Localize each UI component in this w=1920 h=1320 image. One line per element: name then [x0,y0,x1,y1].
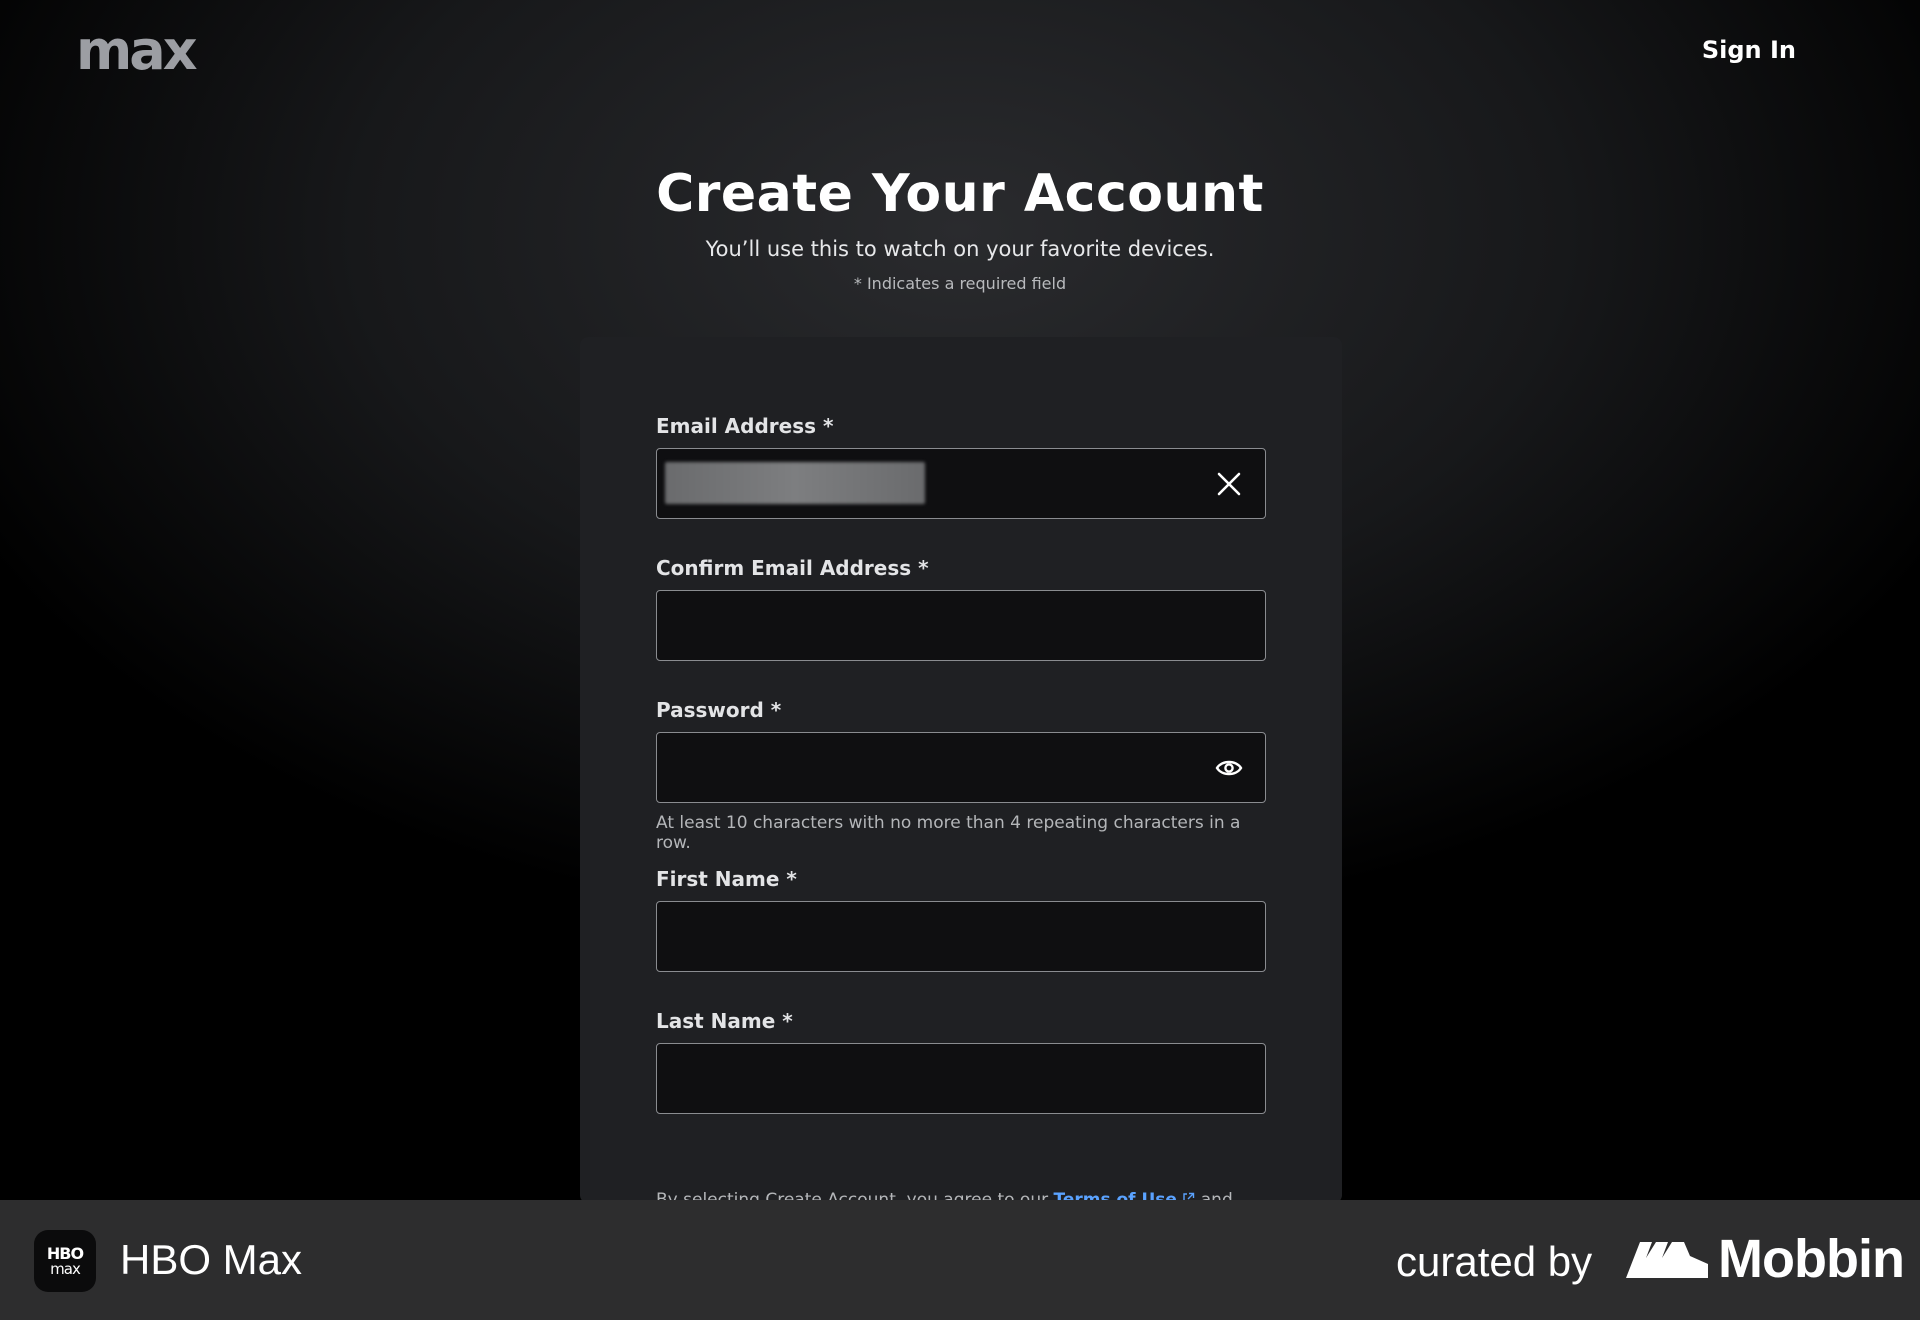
app-name: HBO Max [120,1236,303,1283]
last-name-label: Last Name * [656,1009,793,1033]
confirm-email-label: Confirm Email Address * [656,556,929,580]
sign-in-link[interactable]: Sign In [1702,36,1796,64]
email-field-group: Email Address * [656,414,1266,519]
email-input-box [656,448,1266,519]
footer-bar: HBO max HBO Max curated by Mobbin [0,1200,1920,1320]
last-name-field-group: Last Name * [656,1009,1266,1114]
create-account-card: Email Address * Confirm Email Address * … [580,337,1342,1203]
email-label: Email Address * [656,414,834,438]
first-name-field-group: First Name * [656,867,1266,972]
email-input[interactable] [657,449,1265,518]
mobbin-logo-icon [1626,1238,1708,1282]
confirm-email-input[interactable] [657,591,1265,660]
first-name-label: First Name * [656,867,797,891]
mobbin-brand: Mobbin [1718,1229,1905,1289]
first-name-input-box [656,901,1266,972]
confirm-email-field-group: Confirm Email Address * [656,556,1266,661]
required-field-note: * Indicates a required field [853,274,1067,293]
password-label: Password * [656,698,782,722]
password-input-box [656,732,1266,803]
app-icon-bottom-text: max [50,1260,81,1278]
last-name-input[interactable] [657,1044,1265,1113]
password-field-group: Password * At least 10 characters with n… [656,698,1266,853]
clear-icon[interactable] [1211,466,1247,502]
curated-by-text: curated by [1396,1238,1593,1285]
password-input[interactable] [657,733,1265,802]
max-logo[interactable]: max [76,24,198,78]
page-subtitle: You’ll use this to watch on your favorit… [705,237,1215,261]
password-hint: At least 10 characters with no more than… [656,813,1241,853]
first-name-input[interactable] [657,902,1265,971]
page-title: Create Your Account [656,164,1264,224]
hbo-max-app-icon: HBO max [34,1230,96,1292]
confirm-email-input-box [656,590,1266,661]
last-name-input-box [656,1043,1266,1114]
show-password-eye-icon[interactable] [1211,750,1247,786]
